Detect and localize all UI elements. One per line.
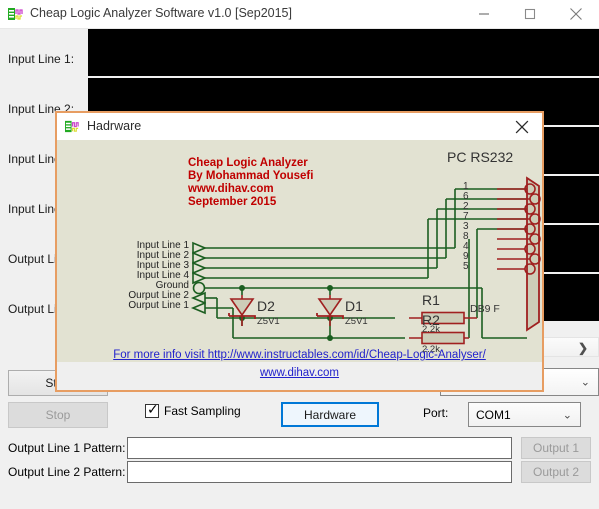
logic-analyzer-icon	[65, 119, 80, 134]
fast-sampling-label: Fast Sampling	[164, 404, 241, 418]
dialog-footer: For more info visit http://www.instructa…	[57, 349, 542, 390]
minimize-button[interactable]	[461, 0, 507, 28]
component-ref-r1: R1	[422, 292, 440, 308]
port-select[interactable]: COM1 ⌄	[468, 402, 581, 427]
window-title: Cheap Logic Analyzer Software v1.0 [Sep2…	[30, 6, 292, 20]
port-select-value: COM1	[476, 407, 511, 422]
terminal-label-output-1: Ourput Line 1	[128, 300, 189, 311]
port-label: Port:	[423, 406, 449, 420]
zener-diode-d1	[316, 295, 344, 326]
component-ref-r2: R2	[422, 312, 440, 328]
credit-line-3: www.dihav.com	[188, 183, 274, 195]
logic-analyzer-icon	[8, 6, 24, 22]
output-line-1-pattern-input[interactable]	[127, 437, 512, 459]
component-ref-d2: D2	[257, 298, 275, 314]
scroll-right-icon[interactable]: ❯	[578, 341, 588, 355]
row-label-input-1: Input Line 1:	[8, 52, 75, 66]
credit-block: Cheap Logic Analyzer By Mohammad Yousefi…	[188, 157, 313, 209]
credit-line-1: Cheap Logic Analyzer	[188, 157, 308, 169]
dialog-title: Hadrware	[87, 119, 142, 133]
dialog-close-button[interactable]	[502, 113, 542, 140]
output-line-1-pattern-label: Output Line 1 Pattern:	[8, 441, 126, 455]
close-button[interactable]	[553, 0, 599, 28]
output-line-2-pattern-input[interactable]	[127, 461, 512, 483]
application-window: Cheap Logic Analyzer Software v1.0 [Sep2…	[0, 0, 599, 509]
component-ref-d1: D1	[345, 298, 363, 314]
resistor-r1	[409, 311, 477, 325]
credit-line-4: September 2015	[188, 196, 277, 208]
hardware-button[interactable]: Hardware	[281, 402, 379, 427]
output-1-button[interactable]: Output 1	[521, 437, 591, 459]
component-value-d1: Z5V1	[345, 316, 368, 327]
checkmark-icon: ✓	[147, 402, 159, 418]
chevron-down-icon: ⌄	[580, 376, 590, 389]
component-value-d2: Z5V1	[257, 316, 280, 327]
db9-connector	[497, 176, 541, 332]
hardware-dialog: Hadrware Cheap Logic Analyzer By Mohamma…	[55, 111, 544, 392]
dialog-titlebar: Hadrware	[57, 113, 542, 140]
waveform-canvas-input-1[interactable]	[88, 29, 599, 76]
schematic-diagram: Cheap Logic Analyzer By Mohammad Yousefi…	[57, 140, 542, 362]
connector-title: PC RS232	[447, 149, 514, 165]
chevron-down-icon: ⌄	[562, 409, 572, 421]
maximize-button[interactable]	[507, 0, 553, 28]
window-titlebar: Cheap Logic Analyzer Software v1.0 [Sep2…	[0, 0, 599, 28]
output-line-2-pattern-label: Output Line 2 Pattern:	[8, 465, 126, 479]
connector-name: DB9 F	[470, 303, 500, 315]
fast-sampling-checkbox[interactable]: ✓ Fast Sampling	[145, 402, 241, 418]
dihav-link[interactable]: www.dihav.com	[57, 367, 542, 379]
checkbox-box[interactable]: ✓	[145, 402, 159, 418]
credit-line-2: By Mohammad Yousefi	[188, 170, 314, 182]
stop-button[interactable]: Stop	[8, 402, 108, 428]
pin-label-5: 5	[463, 261, 469, 272]
output-2-button[interactable]: Output 2	[521, 461, 591, 483]
instructables-link[interactable]: For more info visit http://www.instructa…	[57, 349, 542, 361]
